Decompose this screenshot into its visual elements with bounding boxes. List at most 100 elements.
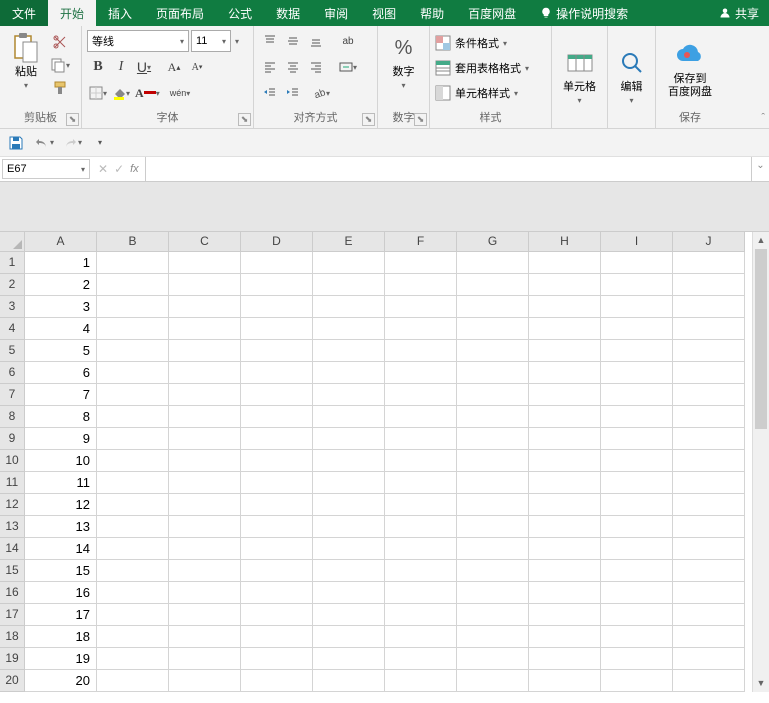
- cell-A11[interactable]: 11: [25, 472, 97, 494]
- cell-I11[interactable]: [601, 472, 673, 494]
- cell-F16[interactable]: [385, 582, 457, 604]
- cell-G18[interactable]: [457, 626, 529, 648]
- row-header-6[interactable]: 6: [0, 362, 25, 384]
- cell-E18[interactable]: [313, 626, 385, 648]
- cell-D12[interactable]: [241, 494, 313, 516]
- cell-A19[interactable]: 19: [25, 648, 97, 670]
- tab-formulas[interactable]: 公式: [216, 0, 264, 26]
- cell-H17[interactable]: [529, 604, 601, 626]
- cell-H4[interactable]: [529, 318, 601, 340]
- expand-formula-bar-button[interactable]: ⌄: [751, 157, 769, 181]
- cell-A5[interactable]: 5: [25, 340, 97, 362]
- cells-button[interactable]: 单元格▾: [559, 45, 601, 109]
- cell-I6[interactable]: [601, 362, 673, 384]
- phonetic-button[interactable]: wén▾: [168, 82, 193, 104]
- underline-button[interactable]: U▾: [133, 56, 155, 78]
- cell-H13[interactable]: [529, 516, 601, 538]
- column-header-G[interactable]: G: [457, 232, 529, 252]
- cell-I1[interactable]: [601, 252, 673, 274]
- cell-I2[interactable]: [601, 274, 673, 296]
- format-painter-button[interactable]: [50, 78, 70, 98]
- cell-B8[interactable]: [97, 406, 169, 428]
- row-header-8[interactable]: 8: [0, 406, 25, 428]
- cell-D8[interactable]: [241, 406, 313, 428]
- cell-J16[interactable]: [673, 582, 745, 604]
- cell-styles-button[interactable]: 单元格样式▾: [435, 82, 546, 104]
- column-header-F[interactable]: F: [385, 232, 457, 252]
- cell-H20[interactable]: [529, 670, 601, 692]
- cell-A4[interactable]: 4: [25, 318, 97, 340]
- row-header-12[interactable]: 12: [0, 494, 25, 516]
- cell-I20[interactable]: [601, 670, 673, 692]
- editing-button[interactable]: 编辑▾: [611, 45, 653, 109]
- cell-E9[interactable]: [313, 428, 385, 450]
- cell-G8[interactable]: [457, 406, 529, 428]
- cell-F3[interactable]: [385, 296, 457, 318]
- cell-J18[interactable]: [673, 626, 745, 648]
- fill-color-button[interactable]: ▾: [110, 82, 132, 104]
- qat-save-button[interactable]: [6, 133, 26, 153]
- cell-C12[interactable]: [169, 494, 241, 516]
- cell-B3[interactable]: [97, 296, 169, 318]
- cell-D20[interactable]: [241, 670, 313, 692]
- cell-E1[interactable]: [313, 252, 385, 274]
- row-header-5[interactable]: 5: [0, 340, 25, 362]
- cell-D9[interactable]: [241, 428, 313, 450]
- cell-D19[interactable]: [241, 648, 313, 670]
- cell-E17[interactable]: [313, 604, 385, 626]
- align-bottom-button[interactable]: [305, 30, 327, 52]
- bold-button[interactable]: B: [87, 56, 109, 78]
- tab-insert[interactable]: 插入: [96, 0, 144, 26]
- tab-file[interactable]: 文件: [0, 0, 48, 26]
- cell-H10[interactable]: [529, 450, 601, 472]
- cell-E20[interactable]: [313, 670, 385, 692]
- font-size-more[interactable]: ▾: [235, 37, 239, 46]
- cell-F5[interactable]: [385, 340, 457, 362]
- column-header-I[interactable]: I: [601, 232, 673, 252]
- cell-E15[interactable]: [313, 560, 385, 582]
- cell-F7[interactable]: [385, 384, 457, 406]
- cell-I19[interactable]: [601, 648, 673, 670]
- cell-G2[interactable]: [457, 274, 529, 296]
- font-color-button[interactable]: A▾: [133, 82, 162, 104]
- cell-E12[interactable]: [313, 494, 385, 516]
- cell-B9[interactable]: [97, 428, 169, 450]
- row-header-7[interactable]: 7: [0, 384, 25, 406]
- cell-A16[interactable]: 16: [25, 582, 97, 604]
- cell-B15[interactable]: [97, 560, 169, 582]
- cell-F4[interactable]: [385, 318, 457, 340]
- clipboard-launcher[interactable]: ⬊: [66, 113, 79, 126]
- cell-D10[interactable]: [241, 450, 313, 472]
- tab-view[interactable]: 视图: [360, 0, 408, 26]
- cell-J14[interactable]: [673, 538, 745, 560]
- cell-J5[interactable]: [673, 340, 745, 362]
- row-header-4[interactable]: 4: [0, 318, 25, 340]
- cell-C20[interactable]: [169, 670, 241, 692]
- cell-I3[interactable]: [601, 296, 673, 318]
- row-header-13[interactable]: 13: [0, 516, 25, 538]
- row-header-2[interactable]: 2: [0, 274, 25, 296]
- tab-baidu[interactable]: 百度网盘: [456, 0, 528, 26]
- cell-D11[interactable]: [241, 472, 313, 494]
- tab-data[interactable]: 数据: [264, 0, 312, 26]
- row-header-17[interactable]: 17: [0, 604, 25, 626]
- cell-C11[interactable]: [169, 472, 241, 494]
- cell-D2[interactable]: [241, 274, 313, 296]
- cell-D18[interactable]: [241, 626, 313, 648]
- cell-D5[interactable]: [241, 340, 313, 362]
- cell-C13[interactable]: [169, 516, 241, 538]
- cell-E13[interactable]: [313, 516, 385, 538]
- cell-F9[interactable]: [385, 428, 457, 450]
- cell-E3[interactable]: [313, 296, 385, 318]
- cell-H5[interactable]: [529, 340, 601, 362]
- font-launcher[interactable]: ⬊: [238, 113, 251, 126]
- column-header-D[interactable]: D: [241, 232, 313, 252]
- shrink-font-button[interactable]: A▾: [186, 56, 208, 78]
- align-center-button[interactable]: [282, 56, 304, 78]
- cell-I13[interactable]: [601, 516, 673, 538]
- decrease-indent-button[interactable]: [259, 82, 281, 104]
- cell-D13[interactable]: [241, 516, 313, 538]
- cell-D4[interactable]: [241, 318, 313, 340]
- cell-E11[interactable]: [313, 472, 385, 494]
- cell-B6[interactable]: [97, 362, 169, 384]
